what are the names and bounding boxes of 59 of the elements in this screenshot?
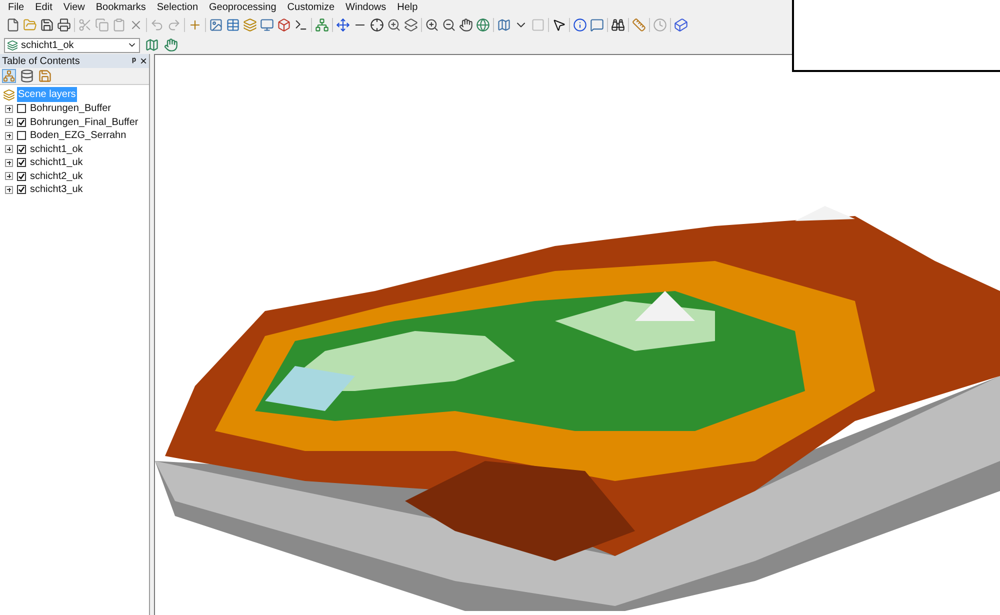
- new-file-icon[interactable]: [6, 18, 20, 32]
- expand-toggle[interactable]: [5, 104, 13, 113]
- menu-item[interactable]: Customize: [287, 0, 335, 14]
- print-icon[interactable]: [57, 18, 71, 32]
- expand-toggle[interactable]: [5, 186, 13, 194]
- expand-toggle[interactable]: [5, 118, 13, 126]
- expand-toggle[interactable]: [5, 145, 13, 154]
- layer-checkbox[interactable]: [17, 185, 26, 194]
- layers-icon[interactable]: [243, 18, 257, 32]
- binoculars-icon[interactable]: [611, 18, 625, 32]
- panel-title: Table of Contents: [2, 54, 81, 68]
- console-icon[interactable]: [294, 18, 308, 32]
- menu-item[interactable]: View: [63, 0, 85, 14]
- cube-icon[interactable]: [674, 18, 688, 32]
- pin-button[interactable]: ᵖ: [132, 54, 136, 68]
- identify-icon[interactable]: [573, 18, 587, 32]
- menu-item[interactable]: File: [8, 0, 24, 14]
- pan-icon[interactable]: [459, 18, 473, 32]
- target-icon[interactable]: [370, 18, 384, 32]
- model-icon[interactable]: [315, 18, 329, 32]
- zoom-out-icon[interactable]: [442, 18, 456, 32]
- ruler-icon[interactable]: [632, 18, 646, 32]
- menu-item[interactable]: Help: [397, 0, 418, 14]
- globe-icon[interactable]: [476, 18, 490, 32]
- layer-checkbox[interactable]: [17, 172, 26, 181]
- add-data-icon[interactable]: [188, 18, 202, 32]
- menu-item[interactable]: Geoprocessing: [209, 0, 276, 14]
- map-icon[interactable]: [145, 38, 159, 52]
- menu-item[interactable]: Selection: [156, 0, 198, 14]
- layer-name[interactable]: schicht1_ok: [30, 142, 83, 157]
- pointer-icon[interactable]: [552, 18, 566, 32]
- delete-icon[interactable]: [129, 18, 143, 32]
- layer-checkbox[interactable]: [17, 131, 26, 140]
- expand-toggle[interactable]: [5, 132, 13, 140]
- scene-layers-icon: [3, 88, 15, 100]
- layer-checkbox[interactable]: [17, 118, 26, 127]
- table-icon[interactable]: [226, 18, 240, 32]
- layer-checkbox[interactable]: [17, 104, 26, 114]
- layer-name[interactable]: Boden_EZG_Serrahn: [30, 128, 126, 144]
- layer-name[interactable]: Bohrungen_Final_Buffer: [30, 114, 138, 130]
- menu-item[interactable]: Bookmarks: [96, 0, 146, 14]
- layer-name[interactable]: schicht3_uk: [30, 182, 83, 198]
- layer-name[interactable]: Bohrungen_Buffer: [30, 101, 111, 116]
- expand-toggle[interactable]: [5, 172, 13, 180]
- layer-checkbox[interactable]: [17, 158, 26, 168]
- zoom-in-icon[interactable]: [425, 18, 439, 32]
- close-button[interactable]: ×: [140, 55, 147, 67]
- layer-icon: [7, 40, 18, 50]
- picture-icon[interactable]: [209, 18, 223, 32]
- layer-name[interactable]: schicht1_uk: [30, 155, 83, 170]
- layer-dropdown[interactable]: schicht1_ok: [4, 38, 140, 52]
- save-icon[interactable]: [40, 18, 54, 32]
- navigate-icon[interactable]: [336, 18, 350, 32]
- menu-item[interactable]: Windows: [346, 0, 386, 14]
- expand-toggle[interactable]: [5, 158, 13, 167]
- layer-checkbox[interactable]: [17, 144, 26, 154]
- menu-item[interactable]: Edit: [35, 0, 52, 14]
- layer-name[interactable]: schicht2_uk: [30, 168, 83, 184]
- map-icon[interactable]: [497, 18, 511, 32]
